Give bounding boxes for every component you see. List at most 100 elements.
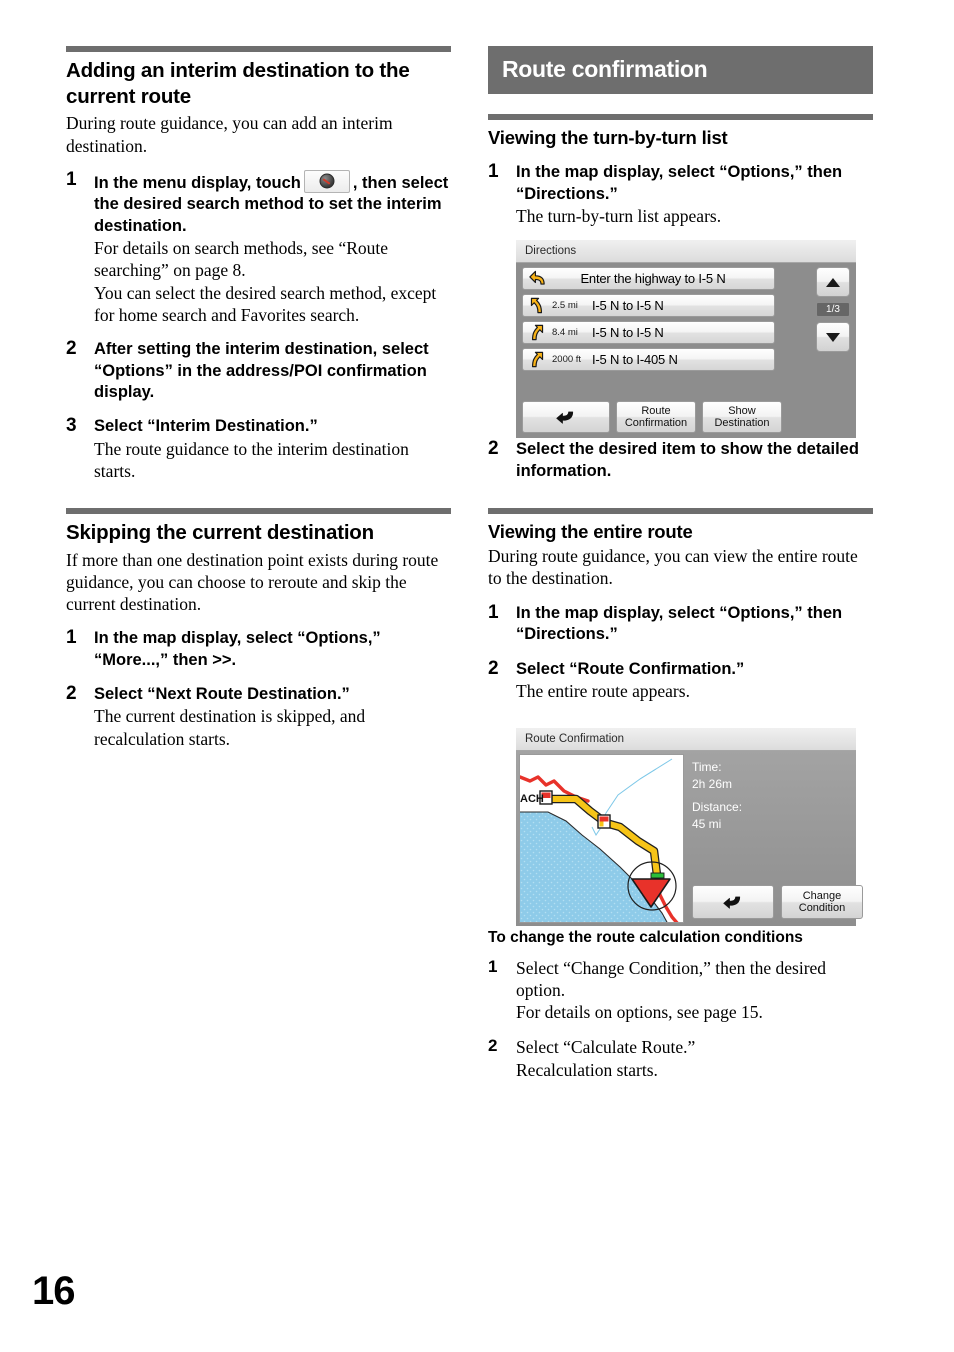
intro-viewing-entire-route: During route guidance, you can view the … bbox=[488, 546, 858, 589]
route-confirmation-button[interactable]: Route Confirmation bbox=[616, 401, 696, 433]
directions-row-label: I-5 N to I-405 N bbox=[592, 352, 678, 367]
directions-screenshot: Directions Enter the highway to I-5 N 2.… bbox=[516, 240, 856, 438]
step-lead-part-a: In the menu display, touch bbox=[94, 173, 301, 192]
route-map[interactable]: ACH bbox=[519, 754, 684, 923]
step-lead-text: In the menu display, touch, then select … bbox=[94, 169, 451, 237]
turn-slight-right-arrow-icon bbox=[531, 324, 544, 341]
directions-row-label: I-5 N to I-5 N bbox=[592, 325, 664, 340]
scroll-down-icon bbox=[826, 332, 840, 342]
step-2-change-conditions: 2 Select “Calculate Route.” Recalculatio… bbox=[488, 1036, 873, 1080]
directions-row-1[interactable]: Enter the highway to I-5 N bbox=[522, 267, 775, 290]
compass-icon bbox=[319, 173, 335, 189]
step-number: 1 bbox=[488, 956, 498, 976]
left-column: Adding an interim destination to the cur… bbox=[66, 46, 451, 750]
route-info-panel: Time: 2h 26m Distance: 45 mi bbox=[692, 759, 742, 839]
step-number: 1 bbox=[66, 627, 77, 649]
step-sub-text: The turn-by-turn list appears. bbox=[516, 206, 722, 226]
step-number: 1 bbox=[488, 601, 499, 623]
scroll-up-icon bbox=[826, 277, 840, 287]
directions-footer: Route Confirmation Show Destination bbox=[522, 401, 782, 433]
step-sub-text: The current destination is skipped, and … bbox=[94, 706, 366, 749]
step-1-entire-route: 1 In the map display, select “Options,” … bbox=[488, 601, 873, 646]
manual-page: Adding an interim destination to the cur… bbox=[0, 0, 954, 1352]
section-rule bbox=[488, 114, 873, 120]
section-banner-route-confirmation: Route confirmation bbox=[488, 46, 873, 94]
step-sub-text-1: For details on search methods, see “Rout… bbox=[94, 238, 389, 281]
step-lead-text: Select “Next Route Destination.” bbox=[94, 685, 350, 704]
step-2-skipping: 2 Select “Next Route Destination.” The c… bbox=[66, 683, 451, 750]
turn-left-arrow-icon bbox=[529, 270, 545, 285]
step-lead-text: Select “Calculate Route.” bbox=[516, 1037, 696, 1058]
change-condition-button-label: Change Condition bbox=[798, 889, 846, 914]
step-1-change-conditions: 1 Select “Change Condition,” then the de… bbox=[488, 957, 873, 1024]
directions-row-distance: 8.4 mi bbox=[552, 327, 578, 338]
route-confirmation-title: Route Confirmation bbox=[525, 733, 625, 745]
directions-list: Enter the highway to I-5 N 2.5 mi I-5 N … bbox=[522, 267, 775, 375]
directions-row-4[interactable]: 2000 ft I-5 N to I-405 N bbox=[522, 348, 775, 371]
step-number: 2 bbox=[66, 683, 77, 705]
page-indicator: 1/3 bbox=[816, 302, 850, 317]
section-rule bbox=[488, 508, 873, 515]
heading-adding-interim-destination: Adding an interim destination to the cur… bbox=[66, 59, 410, 109]
step-2-adding-interim: 2 After setting the interim destination,… bbox=[66, 338, 451, 403]
route-confirmation-button-label: Route Confirmation bbox=[624, 404, 688, 429]
page-number: 16 bbox=[32, 1269, 75, 1313]
directions-title-bar: Directions bbox=[516, 240, 856, 263]
step-lead-text: In the map display, select “Options,” th… bbox=[516, 163, 843, 203]
distance-label: Distance: bbox=[692, 800, 743, 815]
directions-row-label: Enter the highway to I-5 N bbox=[580, 271, 726, 286]
intro-skipping-current-destination: If more than one destination point exist… bbox=[66, 549, 439, 614]
directions-body: Enter the highway to I-5 N 2.5 mi I-5 N … bbox=[516, 263, 856, 438]
step-sub-text: The entire route appears. bbox=[516, 680, 690, 701]
step-1-adding-interim: 1 In the menu display, touch, then selec… bbox=[66, 168, 451, 326]
step-sub-text-2: You can select the desired search method… bbox=[94, 282, 437, 325]
route-confirmation-footer: Change Condition bbox=[692, 885, 863, 919]
step-number: 3 bbox=[66, 415, 77, 437]
step-number: 2 bbox=[488, 438, 499, 460]
intro-adding-interim-destination: During route guidance, you can add an in… bbox=[66, 113, 393, 156]
change-condition-button[interactable]: Change Condition bbox=[781, 885, 863, 919]
step-lead-text: Select the desired item to show the deta… bbox=[516, 440, 859, 480]
time-label: Time: bbox=[692, 760, 722, 774]
step-number: 1 bbox=[488, 161, 499, 183]
directions-row-3[interactable]: 8.4 mi I-5 N to I-5 N bbox=[522, 321, 775, 344]
step-lead-text: In the map display, select “Options,” “M… bbox=[94, 629, 381, 669]
section-rule bbox=[66, 46, 451, 52]
turn-slight-left-arrow-icon bbox=[530, 297, 543, 314]
time-value: 2h 26m bbox=[692, 777, 733, 792]
route-confirmation-screenshot: Route Confirmation ACH Time: 2h 26m Dist… bbox=[516, 728, 863, 926]
show-destination-button[interactable]: Show Destination bbox=[702, 401, 782, 433]
distance-value: 45 mi bbox=[692, 817, 722, 832]
compass-button[interactable] bbox=[303, 169, 350, 193]
heading-viewing-entire-route: Viewing the entire route bbox=[488, 521, 693, 543]
step-lead-text: Select “Change Condition,” then the desi… bbox=[516, 957, 827, 1000]
step-2-turn-by-turn: 2 Select the desired item to show the de… bbox=[488, 438, 873, 482]
scroll-down-button[interactable] bbox=[816, 322, 850, 352]
step-number: 2 bbox=[488, 1036, 498, 1056]
back-arrow-icon bbox=[723, 896, 741, 909]
heading-change-route-calculation-conditions: To change the route calculation conditio… bbox=[488, 929, 803, 947]
step-1-skipping: 1 In the map display, select “Options,” … bbox=[66, 627, 451, 671]
step-sub-text: The route guidance to the interim destin… bbox=[94, 438, 409, 482]
step-sub-text: For details on options, see page 15. bbox=[516, 1002, 763, 1023]
step-lead-text: Select “Interim Destination.” bbox=[94, 417, 318, 436]
back-button[interactable] bbox=[522, 401, 610, 433]
directions-row-2[interactable]: 2.5 mi I-5 N to I-5 N bbox=[522, 294, 775, 317]
section-rule bbox=[66, 508, 451, 515]
step-3-adding-interim: 3 Select “Interim Destination.” The rout… bbox=[66, 415, 451, 482]
scroll-up-button[interactable] bbox=[816, 267, 850, 297]
heading-skipping-current-destination: Skipping the current destination bbox=[66, 521, 374, 545]
step-number: 1 bbox=[66, 168, 77, 190]
route-confirmation-title-bar: Route Confirmation bbox=[516, 728, 856, 751]
turn-slight-right-arrow-icon bbox=[531, 351, 544, 368]
step-lead-text: Select “Route Confirmation.” bbox=[516, 659, 745, 678]
directions-title: Directions bbox=[525, 245, 577, 257]
step-lead-text: After setting the interim destination, s… bbox=[94, 340, 429, 401]
back-button[interactable] bbox=[692, 885, 774, 919]
step-sub-text: Recalculation starts. bbox=[516, 1059, 658, 1080]
back-arrow-icon bbox=[556, 411, 574, 424]
route-confirmation-body: ACH Time: 2h 26m Distance: 45 mi Change C… bbox=[516, 751, 863, 926]
route-map-graphic: ACH bbox=[520, 755, 683, 922]
svg-text:ACH: ACH bbox=[520, 793, 544, 805]
heading-viewing-turn-by-turn-list: Viewing the turn-by-turn list bbox=[488, 127, 728, 148]
